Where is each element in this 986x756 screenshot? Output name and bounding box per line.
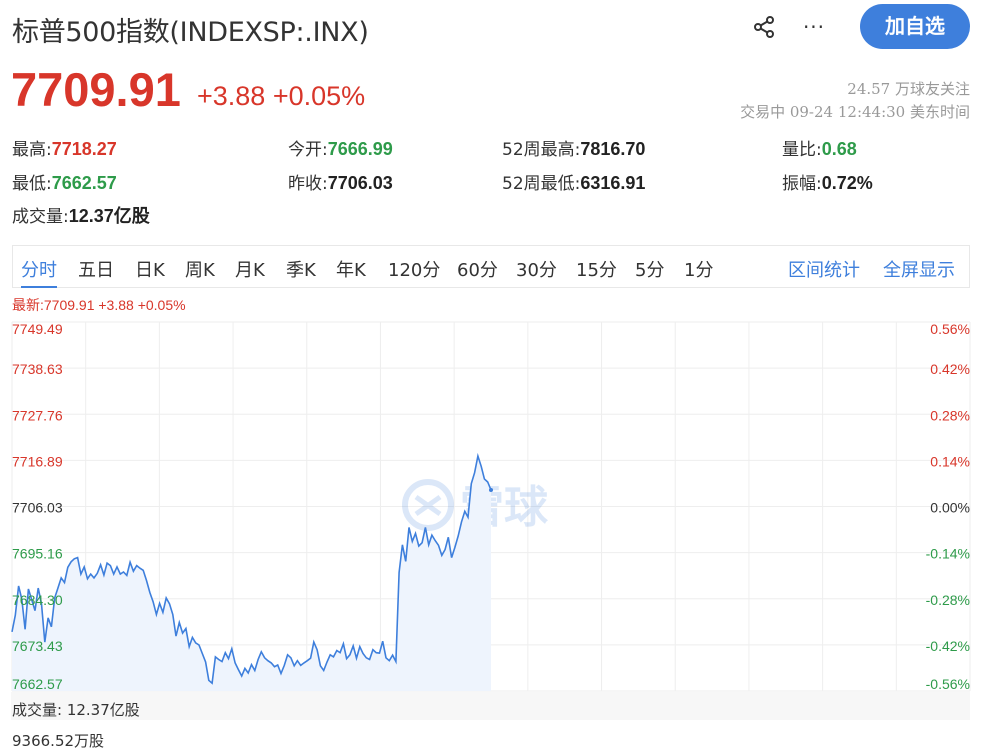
stat-high-value: 7718.27 (51, 139, 117, 159)
tab-yearly-k[interactable]: 年K (336, 256, 366, 282)
chart-period-tabs: 分时 五日 日K 周K 月K 季K 年K 120分 60分 30分 15分 5分… (12, 245, 970, 288)
stat-52w-low-label: 52周最低: (502, 174, 581, 194)
watermark-logo-mark-icon (414, 494, 442, 517)
stat-52w-low: 52周最低:6316.91 (502, 169, 645, 194)
percent-tick-label: 0.00% (930, 500, 970, 516)
price-tick-label: 7695.16 (12, 546, 63, 562)
stat-volume-value: 12.37亿股 (68, 206, 150, 226)
stat-high: 最高:7718.27 (12, 135, 117, 160)
last-price-dot (489, 488, 493, 493)
tab-monthly-k[interactable]: 月K (235, 256, 265, 282)
stat-prev-close-value: 7706.03 (327, 173, 393, 193)
price-area-fill (12, 456, 491, 691)
volume-latest-amount: 9366.52万股 (12, 732, 105, 750)
tab-60min[interactable]: 60分 (457, 256, 498, 282)
stat-open: 今开:7666.99 (288, 135, 393, 160)
stat-amplitude: 振幅:0.72% (782, 169, 873, 194)
stat-low-value: 7662.57 (51, 173, 117, 193)
price-tick-label: 7749.49 (12, 321, 63, 337)
watermark: 雪球 (402, 479, 549, 533)
stat-prev-close-label: 昨收: (288, 174, 328, 194)
percent-tick-label: -0.56% (926, 676, 970, 692)
watermark-logo-icon (402, 479, 454, 531)
fullscreen-link[interactable]: 全屏显示 (883, 256, 955, 282)
stat-prev-close: 昨收:7706.03 (288, 169, 393, 194)
tab-intraday[interactable]: 分时 (21, 256, 57, 288)
price-tick-label: 7662.57 (12, 676, 63, 692)
price-tick-label: 7673.43 (12, 638, 63, 654)
stat-52w-low-value: 6316.91 (580, 173, 646, 193)
stat-low-label: 最低: (12, 174, 52, 194)
page-title: 标普500指数(INDEXSP:.INX) (12, 17, 369, 48)
volume-total-label: 成交量: 12.37亿股 (12, 701, 140, 719)
latest-quote-line: 最新:7709.91 +3.88 +0.05% (12, 297, 186, 313)
stat-52w-high-value: 7816.70 (580, 139, 646, 159)
share-icon[interactable] (752, 15, 776, 39)
stat-amplitude-label: 振幅: (782, 174, 822, 194)
tab-30min[interactable]: 30分 (516, 256, 557, 282)
tab-1min[interactable]: 1分 (684, 256, 713, 282)
stat-volume: 成交量:12.37亿股 (12, 202, 150, 228)
stat-52w-high: 52周最高:7816.70 (502, 135, 645, 160)
more-icon[interactable]: ··· (802, 16, 826, 38)
tab-120min[interactable]: 120分 (388, 256, 440, 282)
stat-volume-label: 成交量: (12, 207, 69, 227)
tab-quarterly-k[interactable]: 季K (286, 256, 316, 282)
price-line (11, 452, 492, 685)
stat-52w-high-label: 52周最高: (502, 140, 581, 160)
stat-amplitude-value: 0.72% (821, 173, 873, 193)
stat-open-label: 今开: (288, 140, 328, 160)
tab-weekly-k[interactable]: 周K (185, 256, 215, 282)
stat-volume-ratio-value: 0.68 (821, 139, 857, 159)
tab-5day[interactable]: 五日 (78, 256, 114, 282)
percent-tick-label: 0.42% (930, 361, 970, 377)
price-tick-label: 7727.76 (12, 407, 63, 423)
stat-low: 最低:7662.57 (12, 169, 117, 194)
chart-grid (11, 321, 971, 692)
followers-count: 24.57 万球友关注 (847, 80, 970, 98)
price-tick-label: 7738.63 (12, 361, 63, 377)
trade-status-time: 交易中 09-24 12:44:30 美东时间 (740, 103, 970, 121)
percent-tick-label: 0.56% (930, 321, 970, 337)
stat-open-value: 7666.99 (327, 139, 393, 159)
stat-volume-ratio-label: 量比: (782, 140, 822, 160)
price-tick-label: 7716.89 (12, 453, 63, 469)
tab-15min[interactable]: 15分 (576, 256, 617, 282)
tab-5min[interactable]: 5分 (635, 256, 664, 282)
price-change: +3.88 +0.05% (197, 81, 366, 111)
percent-tick-label: -0.28% (926, 592, 970, 608)
price-axis: 7749.49 7738.63 7727.76 7716.89 7706.03 7695.… (12, 321, 63, 692)
price-tick-label: 7684.30 (12, 592, 63, 608)
volume-panel (11, 692, 970, 720)
stat-volume-ratio: 量比:0.68 (782, 135, 857, 160)
stat-high-label: 最高: (12, 140, 52, 160)
percent-axis: 0.56% 0.42% 0.28% 0.14% 0.00% -0.14% -0.28% -0.… (926, 321, 970, 692)
percent-tick-label: -0.42% (926, 638, 970, 654)
range-stats-link[interactable]: 区间统计 (788, 256, 860, 282)
current-price: 7709.91 (11, 63, 181, 116)
percent-tick-label: 0.14% (930, 453, 970, 469)
watermark-text: 雪球 (460, 482, 549, 533)
price-tick-label: 7706.03 (12, 500, 63, 516)
tab-daily-k[interactable]: 日K (135, 256, 165, 282)
add-to-watchlist-button[interactable]: 加自选 (860, 4, 970, 49)
percent-tick-label: 0.28% (930, 407, 970, 423)
percent-tick-label: -0.14% (926, 546, 970, 562)
